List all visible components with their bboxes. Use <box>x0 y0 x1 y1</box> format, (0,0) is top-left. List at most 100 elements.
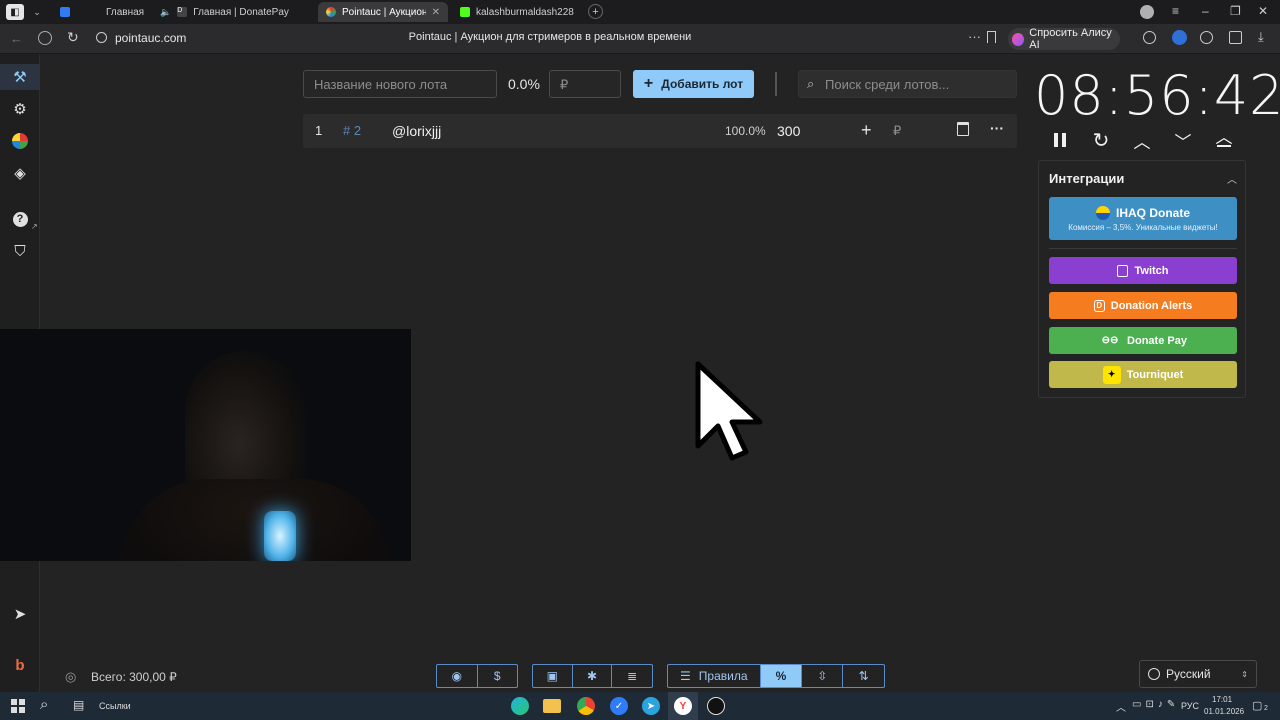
reset-icon[interactable]: ↻ <box>1089 128 1113 152</box>
shield-icon[interactable] <box>38 31 52 45</box>
chrome-icon[interactable] <box>577 697 595 715</box>
obs-icon[interactable] <box>707 697 725 715</box>
browser-menu-icon[interactable]: ◧ <box>6 4 24 20</box>
compact-icon[interactable]: ⇳ <box>802 665 844 687</box>
reload-icon[interactable]: ↻ <box>67 29 79 46</box>
add-amount-icon[interactable]: + <box>861 120 872 141</box>
chevron-down-icon[interactable]: ﹀ <box>1171 128 1195 152</box>
add-lot-label: Добавить лот <box>661 77 744 91</box>
tab-1[interactable]: Главная <box>52 2 152 22</box>
max-time-icon[interactable]: ︿ <box>1212 128 1236 152</box>
donation-alerts-button[interactable]: D Donation Alerts <box>1049 292 1237 319</box>
notifications-icon[interactable]: ▢ <box>1252 699 1262 712</box>
url-field[interactable]: pointauc.com <box>115 31 186 45</box>
rules-label: Правила <box>698 669 748 683</box>
tab-3-label: Pointauc | Аукцион дл… <box>342 6 426 18</box>
checkmark-app-icon[interactable]: ✓ <box>610 697 628 715</box>
layers-icon[interactable]: ◈ <box>10 163 30 183</box>
close-tab-icon[interactable]: ✕ <box>432 7 440 18</box>
boosty-icon[interactable]: b <box>10 655 30 675</box>
rules-button[interactable]: ☰ Правила <box>668 665 761 687</box>
taskbar-search-icon[interactable]: ⌕ <box>40 696 48 713</box>
collapse-icon[interactable]: ︿ <box>1227 171 1237 186</box>
notification-count: 2 <box>1264 705 1268 712</box>
profile-avatar[interactable] <box>1140 5 1154 19</box>
language-select[interactable]: Русский ⇕ <box>1139 660 1257 688</box>
amount-input[interactable]: ₽ <box>549 70 621 98</box>
donation-alerts-icon: D <box>1093 299 1105 312</box>
input-language[interactable]: РУС <box>1181 701 1199 711</box>
back-icon[interactable]: ← <box>10 31 23 46</box>
tray-icons[interactable]: ▭⊡♪✎ <box>1132 699 1179 710</box>
tab-2[interactable]: 🔈 D Главная | DonatePay <box>152 2 312 22</box>
donate-pay-button[interactable]: ⊖⊖ Donate Pay <box>1049 327 1237 354</box>
telegram-icon[interactable]: ➤ <box>10 604 30 624</box>
github-icon[interactable]: ◉ <box>437 665 478 687</box>
edge-icon[interactable] <box>511 697 529 715</box>
clock-time[interactable]: 17:01 <box>1212 695 1232 704</box>
search-icon: ⌕ <box>807 76 815 91</box>
telegram-app-icon[interactable]: ➤ <box>642 697 660 715</box>
tab-3[interactable]: Pointauc | Аукцион дл… ✕ <box>318 2 448 22</box>
tabs-dropdown-icon[interactable]: ⌄ <box>30 4 44 20</box>
speaker-icon: 🔈 <box>160 6 172 17</box>
lot-row[interactable]: 1 # 2 @lorixjjj 100.0% 300 + ₽ ··· <box>303 114 1017 148</box>
lot-amount[interactable]: 300 <box>777 123 800 139</box>
alice-icon <box>1012 32 1025 46</box>
search-placeholder: Поиск среди лотов... <box>825 77 950 92</box>
sort-icon[interactable]: ⇅ <box>843 665 884 687</box>
pause-icon[interactable] <box>1048 128 1072 152</box>
search-input[interactable]: ⌕ Поиск среди лотов... <box>798 70 1017 98</box>
ihaq-donate-button[interactable]: IHAQ Donate Комиссия – 3,5%. Уникальные … <box>1049 197 1237 240</box>
collections-icon[interactable] <box>1229 31 1242 44</box>
clock-date[interactable]: 01.01.2026 <box>1204 707 1244 716</box>
gavel-icon[interactable]: ⚒ <box>10 67 30 87</box>
links-toolbar-label[interactable]: Ссылки <box>99 701 131 711</box>
lot-name[interactable]: @lorixjjj <box>392 123 441 139</box>
chevron-up-icon[interactable]: ︿ <box>1130 128 1154 152</box>
alice-button[interactable]: Спросить Алису AI <box>1008 27 1120 51</box>
explorer-icon[interactable] <box>543 699 561 713</box>
restore-icon[interactable]: ❐ <box>1230 4 1241 18</box>
globe-icon[interactable] <box>1143 31 1156 44</box>
tab-4[interactable]: kalashburmaldash228 Stre <box>452 2 582 22</box>
lot-currency[interactable]: ₽ <box>893 123 901 139</box>
percent-toggle[interactable]: % <box>760 665 803 687</box>
lot-name-input[interactable]: Название нового лота <box>303 70 497 98</box>
more-dots-icon[interactable]: ··· <box>968 29 981 44</box>
twitch-button[interactable]: Twitch <box>1049 257 1237 284</box>
settings-icon[interactable]: ⚙ <box>10 99 30 119</box>
menu-icon[interactable]: ≡ <box>1172 4 1179 18</box>
donate-dollar-icon[interactable]: $ <box>478 665 518 687</box>
more-options-icon[interactable]: ··· <box>990 120 1004 136</box>
integrations-divider <box>1049 248 1237 249</box>
help-icon[interactable]: ? <box>10 209 30 229</box>
new-tab-button[interactable]: + <box>588 4 603 19</box>
hide-eye-icon[interactable]: ◎ <box>65 669 76 685</box>
windows-start-icon[interactable] <box>11 699 25 713</box>
clear-list-icon[interactable]: ≣ <box>612 665 652 687</box>
close-window-icon[interactable]: ✕ <box>1258 4 1268 18</box>
download-icon[interactable]: ⤓ <box>1258 29 1264 45</box>
toolbar-divider <box>775 72 777 96</box>
add-lot-button[interactable]: + Добавить лот <box>633 70 754 98</box>
tourniquet-button[interactable]: ✦ Tourniquet <box>1049 361 1237 388</box>
wheel-icon[interactable] <box>10 131 30 151</box>
bug-icon[interactable]: ✱ <box>573 665 613 687</box>
task-view-icon[interactable]: ▤ <box>73 698 84 712</box>
links-button-group: ◉ $ <box>436 664 518 688</box>
extension-icon[interactable] <box>1172 30 1187 45</box>
total-sum: Всего: 300,00 ₽ <box>91 670 177 684</box>
delete-icon[interactable] <box>957 122 969 136</box>
lot-tag[interactable]: # 2 <box>343 123 361 138</box>
donate-pay-label: Donate Pay <box>1127 334 1187 347</box>
site-info-icon[interactable] <box>96 32 107 43</box>
media-icon[interactable] <box>1200 31 1213 44</box>
minimize-icon[interactable]: – <box>1202 4 1209 18</box>
tray-chevron-icon[interactable]: ︿ <box>1116 699 1126 714</box>
bookmark-icon[interactable] <box>987 31 996 43</box>
shield-check-icon[interactable]: ⛉ <box>10 241 30 261</box>
browser-tabbar: ◧ ⌄ Главная 🔈 D Главная | DonatePay Poin… <box>0 0 1280 24</box>
yandex-browser-icon[interactable]: Y <box>674 697 692 715</box>
save-icon[interactable]: ▣ <box>533 665 573 687</box>
